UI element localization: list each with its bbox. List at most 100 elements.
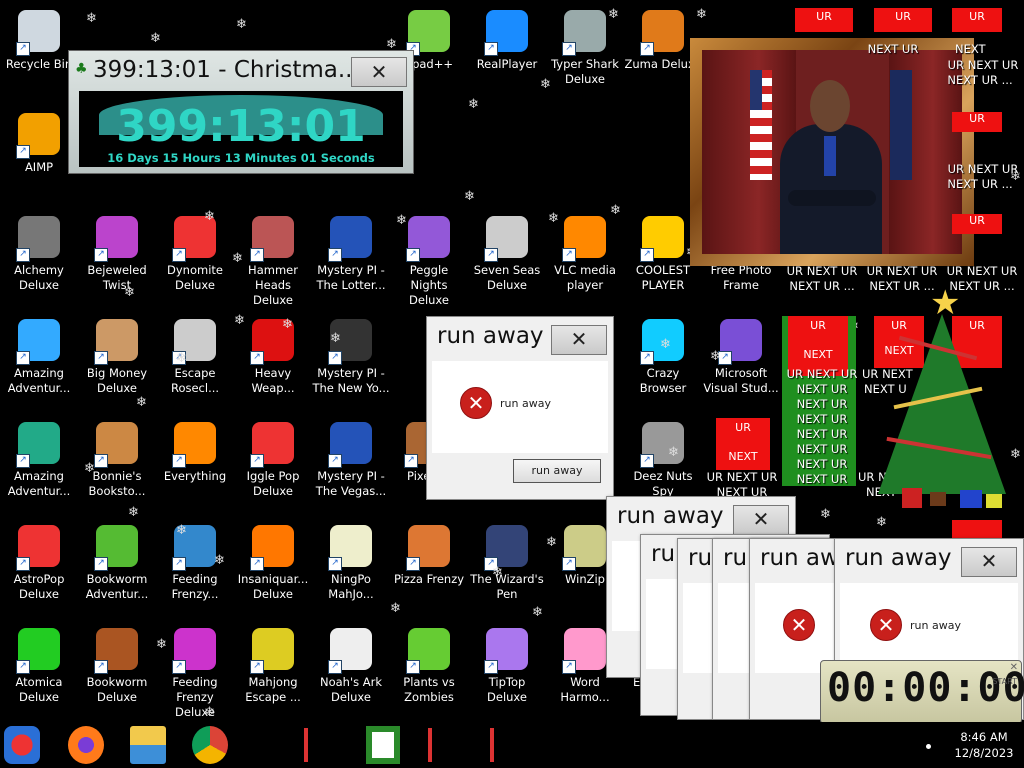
desktop-icon[interactable]: ↗ TipTop Deluxe	[468, 620, 546, 718]
close-button[interactable]: ✕	[961, 547, 1017, 577]
ur-label: NEXT UR	[796, 412, 848, 426]
snowflake-icon: ❄	[330, 331, 341, 346]
desktop-icon[interactable]: ↗ Amazing Adventur...	[0, 414, 78, 512]
countdown-window[interactable]: ♣ 399:13:01 - Christma... ✕ 399:13:01 16…	[68, 50, 414, 174]
ur-window[interactable]: UR	[795, 8, 853, 32]
desktop-icon[interactable]: ↗ Bookworm Deluxe	[78, 620, 156, 718]
desktop-icon-label: Amazing Adventur...	[7, 469, 71, 498]
start-label[interactable]: START	[992, 677, 1017, 686]
desktop-icon[interactable]: ↗ The Wizard's Pen	[468, 517, 546, 615]
dialog-title: run away	[845, 545, 952, 571]
ur-window[interactable]: UR	[952, 8, 1002, 32]
firefox-icon[interactable]	[68, 726, 104, 764]
desktop-icon[interactable]: ↗ Mahjong Escape ...	[234, 620, 312, 718]
fish-icon: ↗	[250, 525, 294, 571]
shortcut-arrow-icon: ↗	[16, 248, 30, 262]
error-icon: ✕	[870, 609, 902, 641]
desktop-icon[interactable]: ↗ Plants vs Zombies	[390, 620, 468, 718]
desktop-icon[interactable]: ↗ Bookworm Adventur...	[78, 517, 156, 615]
desktop-icon[interactable]: ↗ Dynomite Deluxe	[156, 208, 234, 306]
chrome-icon[interactable]	[192, 726, 228, 764]
desktop-icon[interactable]: ↗ Iggle Pop Deluxe	[234, 414, 312, 512]
desktop-icon[interactable]: ↗ Heavy Weap...	[234, 311, 312, 409]
desktop-icon-label: AstroPop Deluxe	[13, 572, 65, 601]
shortcut-arrow-icon: ↗	[328, 454, 342, 468]
photo-frame-window[interactable]	[690, 38, 974, 266]
desktop-icon-label: TipTop Deluxe	[487, 675, 527, 704]
run-away-button[interactable]: run away	[513, 459, 601, 483]
desktop-icon[interactable]: ↗ NingPo MahJo...	[312, 517, 390, 615]
taskbar-item[interactable]	[428, 728, 432, 762]
run-away-dialog[interactable]: run away ✕ ✕ run away run away	[426, 316, 614, 500]
desktop-icon[interactable]: ↗ Feeding Frenzy Deluxe	[156, 620, 234, 719]
desktop-icon[interactable]: ↗ Amazing Adventur...	[0, 311, 78, 409]
desktop-icon[interactable]: ↗ Crazy Browser	[624, 311, 702, 409]
desktop-icon-label: NingPo MahJo...	[328, 572, 374, 601]
notification-dot[interactable]	[926, 744, 931, 749]
desktop-icon[interactable]: ↗ Escape Rosecl...	[156, 311, 234, 409]
close-icon[interactable]: ✕	[1010, 662, 1018, 673]
shortcut-arrow-icon: ↗	[16, 42, 30, 56]
close-button[interactable]: ✕	[351, 57, 407, 87]
mahjong-icon: ↗	[250, 628, 294, 674]
start-button[interactable]	[4, 726, 40, 764]
clock-time[interactable]: 8:46 AM	[944, 730, 1024, 744]
close-button[interactable]: ✕	[551, 325, 607, 355]
snowflake-icon: ❄	[204, 209, 215, 224]
shortcut-arrow-icon: ↗	[328, 557, 342, 571]
shortcut-arrow-icon: ↗	[406, 557, 420, 571]
desktop-icon[interactable]: ↗ Mystery PI - The Lotter...	[312, 208, 390, 306]
snowflake-icon: ❄	[464, 189, 475, 204]
tree-icon: ♣	[75, 61, 88, 77]
shortcut-arrow-icon: ↗	[250, 351, 264, 365]
snowflake-icon: ❄	[696, 7, 707, 22]
desktop-icon[interactable]: ↗ Pizza Frenzy	[390, 517, 468, 615]
ur-window[interactable]: UR	[952, 214, 1002, 234]
clock-date[interactable]: 12/8/2023	[944, 746, 1024, 760]
desktop-icon[interactable]: ↗ Mystery PI - The New Yo...	[312, 311, 390, 409]
timer-widget[interactable]: 00:00:00 START ✕	[820, 660, 1024, 724]
ur-window[interactable]: UR NEXT	[716, 418, 770, 470]
desktop-icon[interactable]: ↗ Mystery PI - The Vegas...	[312, 414, 390, 512]
shortcut-arrow-icon: ↗	[250, 248, 264, 262]
desktop-icon[interactable]: ↗ AIMP	[0, 105, 78, 203]
desktop-icon[interactable]: ↗ RealPlayer	[468, 2, 546, 100]
desktop-icon-label: Atomica Deluxe	[15, 675, 63, 704]
desktop-icon[interactable]: ↗ Noah's Ark Deluxe	[312, 620, 390, 718]
desktop-icon[interactable]: ↗ AstroPop Deluxe	[0, 517, 78, 615]
desktop-icon[interactable]: ↗ Hammer Heads Deluxe	[234, 208, 312, 307]
desktop-icon[interactable]: ↗ Bejeweled Twist	[78, 208, 156, 306]
desktop-icon[interactable]: ↗ Everything	[156, 414, 234, 512]
vlc-icon: ↗	[562, 216, 606, 262]
desktop-icon[interactable]: ↗ Insaniquar... Deluxe	[234, 517, 312, 615]
desktop-icon-label: Big Money Deluxe	[86, 366, 148, 395]
desktop-icon[interactable]: ↗ Seven Seas Deluxe	[468, 208, 546, 306]
shortcut-arrow-icon: ↗	[172, 248, 186, 262]
money-bag-icon: ↗	[94, 319, 138, 365]
shortcut-arrow-icon: ↗	[172, 557, 186, 571]
taskbar-item-notepad[interactable]	[366, 726, 400, 764]
desktop-icon[interactable]: ↗ Atomica Deluxe	[0, 620, 78, 718]
ur-label: NEXT UR	[796, 457, 848, 471]
file-explorer-icon[interactable]	[130, 726, 166, 764]
shortcut-arrow-icon: ↗	[404, 454, 418, 468]
desktop-icon-label: Mystery PI - The New Yo...	[312, 366, 390, 395]
taskbar-item[interactable]	[304, 728, 308, 762]
desktop-icon[interactable]: ↗ Recycle Bin	[0, 2, 78, 100]
close-button[interactable]: ✕	[733, 505, 789, 535]
ur-label: NEXT UR ...	[947, 177, 1013, 191]
shortcut-arrow-icon: ↗	[94, 557, 108, 571]
ur-window[interactable]: UR	[952, 112, 1002, 132]
shortcut-arrow-icon: ↗	[640, 351, 654, 365]
shortcut-arrow-icon: ↗	[562, 660, 576, 674]
ur-window[interactable]	[952, 520, 1002, 540]
shortcut-arrow-icon: ↗	[562, 557, 576, 571]
desktop-icon-label: RealPlayer	[476, 57, 538, 71]
desktop-icon-label: Feeding Frenzy Deluxe	[172, 675, 218, 719]
christmas-tree[interactable]: ★	[868, 286, 1018, 522]
desktop-icon[interactable]: ↗ Alchemy Deluxe	[0, 208, 78, 306]
taskbar-item[interactable]	[490, 728, 494, 762]
ur-window[interactable]: UR	[874, 8, 932, 32]
snowflake-icon: ❄	[282, 317, 293, 332]
shortcut-arrow-icon: ↗	[16, 557, 30, 571]
